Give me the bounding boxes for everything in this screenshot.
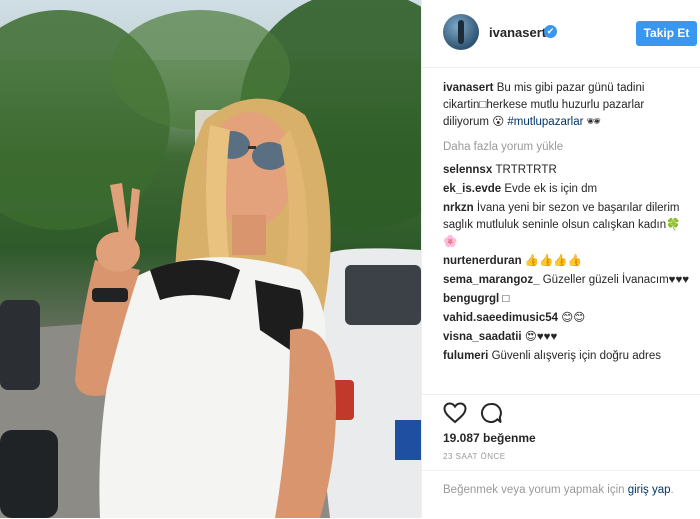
comment-item: nurtenerduran 👍👍👍👍 xyxy=(443,253,693,270)
post-timestamp[interactable]: 23 SAAT ÖNCE xyxy=(443,452,506,461)
comment-item: ek_is.evde Evde ek is için dm xyxy=(443,181,693,198)
post-actions: 19.087 beğenme 23 SAAT ÖNCE xyxy=(422,394,700,465)
comment-item: nrkzn İvana yeni bir sezon ve başarılar … xyxy=(443,200,693,251)
login-link[interactable]: giriş yap xyxy=(628,484,671,496)
comment-item: fulumeri Güvenli alışveriş için doğru ad… xyxy=(443,348,693,365)
comment-text: 😍♥♥♥ xyxy=(524,331,558,343)
photo-illustration xyxy=(0,0,421,518)
login-prompt-end: . xyxy=(670,484,674,496)
heart-icon[interactable] xyxy=(443,402,467,424)
follow-button[interactable]: Takip Et xyxy=(636,21,697,46)
post-photo[interactable] xyxy=(0,0,421,518)
comment-text: □ xyxy=(502,293,510,305)
comment-item: sema_marangoz_ Güzeller güzeli İvanacım♥… xyxy=(443,272,693,289)
comment-text: Güvenli alışveriş için doğru adres xyxy=(491,350,661,362)
comment-text: İvana yeni bir sezon ve başarılar dileri… xyxy=(443,202,681,248)
login-prompt-text: Beğenmek veya yorum yapmak için xyxy=(443,484,628,496)
comment-username[interactable]: nrkzn xyxy=(443,202,474,214)
comment-username[interactable]: ek_is.evde xyxy=(443,183,501,195)
load-more-comments-link[interactable]: Daha fazla yorum yükle xyxy=(443,139,693,156)
comments-list: ivanasert Bu mis gibi pazar günü tadini … xyxy=(443,80,693,367)
avatar[interactable] xyxy=(443,14,479,50)
comment-username[interactable]: selennsx xyxy=(443,164,492,176)
comment-text: Evde ek is için dm xyxy=(504,183,598,195)
comment-item: vahid.saeedimusic54 😊😊 xyxy=(443,310,693,327)
caption-username[interactable]: ivanasert xyxy=(443,82,494,94)
comment-username[interactable]: nurtenerduran xyxy=(443,255,522,267)
comment-username[interactable]: vahid.saeedimusic54 xyxy=(443,312,558,324)
comment-username[interactable]: fulumeri xyxy=(443,350,488,362)
caption-emoji: 🕶 xyxy=(586,116,602,128)
verified-icon: ✔ xyxy=(544,25,557,38)
comment-text: 👍👍👍👍 xyxy=(524,255,583,267)
comment-username[interactable]: visna_saadatii xyxy=(443,331,522,343)
caption: ivanasert Bu mis gibi pazar günü tadini … xyxy=(443,80,693,131)
hashtag-link[interactable]: #mutlupazarlar xyxy=(507,116,583,128)
comment-text: ТRТRТRТR xyxy=(495,164,557,176)
comment-item: bengugrgl □ xyxy=(443,291,693,308)
comment-item: selennsx ТRТRТRТR xyxy=(443,162,693,179)
post-header: ivanasert ✔ Takip Et xyxy=(422,0,700,68)
comment-username[interactable]: sema_marangoz_ xyxy=(443,274,540,286)
likes-count[interactable]: 19.087 beğenme xyxy=(443,431,536,445)
comment-username[interactable]: bengugrgl xyxy=(443,293,499,305)
login-prompt-footer: Beğenmek veya yorum yapmak için giriş ya… xyxy=(422,470,700,519)
username-link[interactable]: ivanasert xyxy=(489,25,546,40)
comment-text: 😊😊 xyxy=(561,312,586,324)
comment-item: visna_saadatii 😍♥♥♥ xyxy=(443,329,693,346)
login-prompt: Beğenmek veya yorum yapmak için giriş ya… xyxy=(443,482,688,499)
post-details-panel: ivanasert ✔ Takip Et ivanasert Bu mis gi… xyxy=(421,0,700,518)
comment-icon[interactable] xyxy=(480,402,502,424)
comment-text: Güzeller güzeli İvanacım♥♥♥ xyxy=(542,274,690,286)
